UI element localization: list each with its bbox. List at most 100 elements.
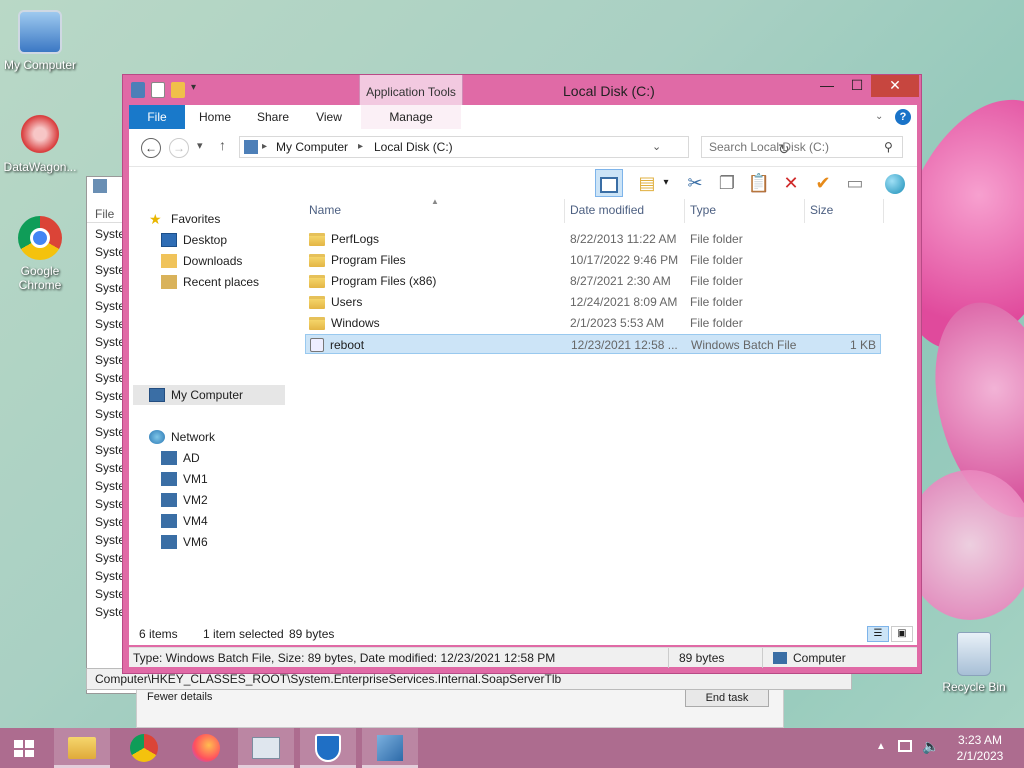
back-button[interactable]: ← bbox=[141, 138, 161, 158]
up-button[interactable]: ↑ bbox=[219, 137, 226, 153]
file-row[interactable]: Program Files (x86) 8/27/2021 2:30 AM File… bbox=[305, 271, 881, 291]
nav-favorites-label: Favorites bbox=[171, 212, 221, 226]
nav-host-vm1[interactable]: VM1 bbox=[161, 469, 208, 489]
registry-editor-icon bbox=[377, 735, 403, 761]
nav-recent-places[interactable]: Recent places bbox=[161, 272, 259, 292]
rename-icon[interactable]: ▭ bbox=[841, 169, 869, 197]
details-bar: Type: Windows Batch File, Size: 89 bytes… bbox=[129, 647, 917, 668]
column-header-size[interactable]: Size bbox=[806, 199, 884, 223]
drive-icon[interactable] bbox=[131, 82, 145, 98]
large-icons-view-button[interactable]: ▣ bbox=[891, 626, 913, 642]
breadcrumb-my-computer[interactable]: My Computer bbox=[276, 140, 348, 154]
context-tab-group-label: Application Tools bbox=[366, 85, 456, 99]
column-header-date[interactable]: Date modified bbox=[566, 199, 685, 223]
taskbar-registry-editor[interactable] bbox=[362, 728, 418, 768]
tab-manage[interactable]: Manage bbox=[361, 105, 461, 129]
search-box[interactable]: ⚲ bbox=[701, 136, 903, 158]
customize-qat-icon[interactable]: ▾ bbox=[191, 82, 201, 98]
file-row[interactable]: PerfLogs 8/22/2013 11:22 AM File folder bbox=[305, 229, 881, 249]
breadcrumb-local-disk[interactable]: Local Disk (C:) bbox=[374, 140, 453, 154]
minimize-button[interactable]: — bbox=[813, 75, 841, 97]
clock-date: 2/1/2023 bbox=[956, 749, 1004, 763]
maximize-button[interactable]: ☐ bbox=[843, 75, 871, 97]
fewer-details-link[interactable]: Fewer details bbox=[147, 691, 212, 703]
preview-pane-button[interactable] bbox=[595, 169, 623, 197]
more-options-icon[interactable]: ▾ bbox=[659, 169, 673, 197]
end-task-button[interactable]: End task bbox=[685, 689, 769, 707]
taskbar-chrome[interactable] bbox=[116, 728, 172, 768]
file-name: reboot bbox=[330, 338, 365, 352]
navigation-pane[interactable]: ★ Favorites Desktop Downloads Recent pla… bbox=[129, 199, 299, 623]
file-list[interactable]: Name ▲ Date modified Type Size PerfLogs 8… bbox=[305, 197, 905, 623]
file-name-cell: reboot bbox=[310, 335, 364, 355]
search-icon[interactable]: ⚲ bbox=[884, 140, 893, 154]
taskbar-defender[interactable] bbox=[300, 728, 356, 768]
taskbar-task-manager[interactable] bbox=[238, 728, 294, 768]
nav-desktop[interactable]: Desktop bbox=[161, 230, 227, 250]
ribbon-expand-icon[interactable]: ⌄ bbox=[875, 111, 883, 122]
help-icon[interactable]: ? bbox=[895, 109, 911, 125]
background-window-lower: Fewer details End task bbox=[136, 688, 784, 728]
network-computer-icon bbox=[161, 451, 177, 465]
file-type: File folder bbox=[690, 274, 743, 288]
nav-favorites[interactable]: ★ Favorites bbox=[149, 209, 220, 229]
tab-home[interactable]: Home bbox=[189, 105, 241, 129]
paste-icon[interactable]: 📋 bbox=[745, 169, 773, 197]
check-folder-icon[interactable]: ▤ bbox=[633, 169, 661, 197]
explorer-window[interactable]: ▾ Local Disk (C:) — ☐ ✕ Application Tool… bbox=[122, 74, 922, 674]
nav-network[interactable]: Network bbox=[149, 427, 215, 447]
forward-button[interactable]: → bbox=[169, 138, 189, 158]
chrome-icon bbox=[18, 216, 62, 260]
file-name: Program Files bbox=[331, 253, 406, 267]
close-button[interactable]: ✕ bbox=[871, 75, 919, 97]
desktop-icon-my-computer[interactable]: My Computer bbox=[0, 10, 80, 72]
file-row[interactable]: Users 12/24/2021 8:09 AM File folder bbox=[305, 292, 881, 312]
start-button[interactable] bbox=[0, 728, 48, 768]
taskbar-firefox[interactable] bbox=[178, 728, 234, 768]
file-row[interactable]: Program Files 10/17/2022 9:46 PM File fold… bbox=[305, 250, 881, 270]
globe-icon[interactable] bbox=[881, 169, 909, 197]
checkmark-icon[interactable]: ✔ bbox=[809, 169, 837, 197]
nav-network-label: Network bbox=[171, 430, 216, 444]
cut-icon[interactable]: ✂ bbox=[681, 169, 709, 197]
tab-file[interactable]: File bbox=[129, 105, 185, 129]
nav-host-vm4[interactable]: VM4 bbox=[161, 511, 208, 531]
properties-icon[interactable] bbox=[151, 82, 165, 98]
desktop-icon-recycle-bin[interactable]: Recycle Bin bbox=[934, 632, 1014, 694]
clock[interactable]: 3:23 AM 2/1/2023 bbox=[944, 732, 1016, 764]
nav-my-computer-label: My Computer bbox=[171, 388, 244, 402]
nav-host-ad[interactable]: AD bbox=[161, 448, 200, 468]
address-bar[interactable]: ▸ My Computer ▸ Local Disk (C:) ⌄ ↻ bbox=[239, 136, 790, 158]
desktop-icon-datawagon[interactable]: DataWagon... bbox=[0, 112, 80, 174]
sort-arrow-icon: ▲ bbox=[431, 197, 439, 206]
file-row[interactable]: reboot 12/23/2021 12:58 ... Windows Batch … bbox=[305, 334, 881, 354]
address-dropdown-icon[interactable]: ⌄ bbox=[652, 140, 661, 153]
file-row[interactable]: Windows 2/1/2023 5:53 AM File folder bbox=[305, 313, 881, 333]
details-view-button[interactable]: ☰ bbox=[867, 626, 889, 642]
nav-host-vm2[interactable]: VM2 bbox=[161, 490, 208, 510]
nav-downloads[interactable]: Downloads bbox=[161, 251, 242, 271]
file-type: File folder bbox=[690, 232, 743, 246]
file-name-cell: PerfLogs bbox=[309, 229, 379, 249]
downloads-icon bbox=[161, 254, 177, 268]
network-tray-icon[interactable] bbox=[898, 740, 914, 755]
batch-file-icon bbox=[310, 338, 324, 352]
file-date: 2/1/2023 5:53 AM bbox=[570, 316, 665, 330]
tab-share[interactable]: Share bbox=[247, 105, 299, 129]
copy-icon[interactable]: ❐ bbox=[713, 169, 741, 197]
nav-my-computer[interactable]: My Computer bbox=[133, 385, 285, 405]
nav-host-vm6[interactable]: VM6 bbox=[161, 532, 208, 552]
recent-locations-icon[interactable]: ▾ bbox=[197, 139, 203, 152]
tab-view[interactable]: View bbox=[305, 105, 353, 129]
delete-icon[interactable]: ✕ bbox=[777, 169, 805, 197]
network-computer-icon bbox=[161, 472, 177, 486]
column-header-type[interactable]: Type bbox=[686, 199, 805, 223]
volume-icon[interactable]: 🔈 bbox=[922, 738, 939, 755]
show-hidden-icons-icon[interactable]: ▲ bbox=[876, 741, 886, 752]
new-folder-icon[interactable] bbox=[171, 82, 185, 98]
clock-time: 3:23 AM bbox=[957, 733, 1003, 747]
search-input[interactable] bbox=[702, 137, 882, 157]
taskbar-file-explorer[interactable] bbox=[54, 728, 110, 768]
desktop-icon-google-chrome[interactable]: Google Chrome bbox=[0, 216, 80, 292]
title-bar[interactable]: ▾ Local Disk (C:) — ☐ ✕ bbox=[123, 75, 921, 105]
